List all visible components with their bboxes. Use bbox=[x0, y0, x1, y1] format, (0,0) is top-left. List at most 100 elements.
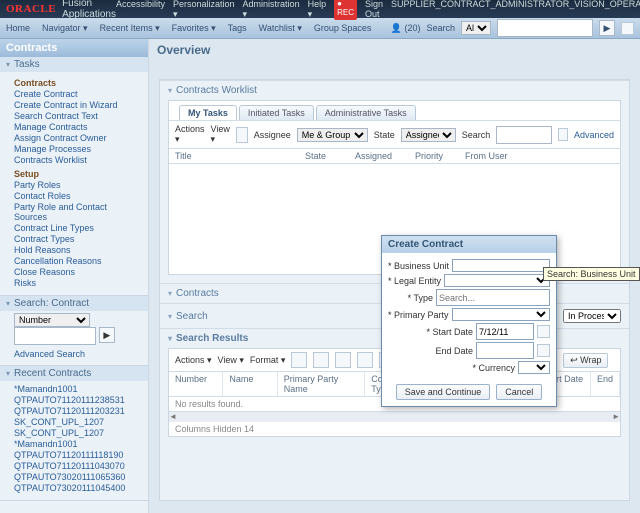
search-field-select[interactable]: Number bbox=[14, 313, 90, 327]
new-icon[interactable] bbox=[291, 352, 307, 368]
link-assign-owner[interactable]: Assign Contract Owner bbox=[14, 133, 142, 143]
type-input[interactable] bbox=[436, 289, 550, 306]
recent-item[interactable]: QTPAUTO73020111065360 bbox=[14, 472, 142, 482]
recent-header[interactable]: Recent Contracts bbox=[0, 366, 148, 381]
col-priority[interactable]: Priority bbox=[415, 151, 455, 161]
col-assigned[interactable]: Assigned bbox=[355, 151, 405, 161]
recent-item[interactable]: SK_CONT_UPL_1207 bbox=[14, 417, 142, 427]
le-select[interactable] bbox=[444, 274, 550, 287]
wrap-button[interactable]: ↩ Wrap bbox=[563, 353, 608, 368]
recent-item[interactable]: QTPAUTO71120111043070 bbox=[14, 461, 142, 471]
pp-select[interactable] bbox=[452, 308, 550, 321]
page-title: Overview bbox=[157, 43, 210, 57]
link-administration[interactable]: Administration ▾ bbox=[243, 0, 300, 20]
link-manage-contracts[interactable]: Manage Contracts bbox=[14, 122, 142, 132]
worklist-actions[interactable]: Actions ▾ bbox=[175, 124, 205, 145]
favorite-icon[interactable] bbox=[621, 22, 634, 35]
contracts-subhead: Contracts bbox=[14, 78, 142, 88]
sd-input[interactable] bbox=[476, 323, 534, 340]
recent-item[interactable]: QTPAUTO71120111238531 bbox=[14, 395, 142, 405]
link-search-text[interactable]: Search Contract Text bbox=[14, 111, 142, 121]
link-hold-reasons[interactable]: Hold Reasons bbox=[14, 245, 142, 255]
col-title[interactable]: Title bbox=[175, 151, 295, 161]
cur-label: Currency bbox=[472, 363, 515, 373]
link-contract-types[interactable]: Contract Types bbox=[14, 234, 142, 244]
link-risks[interactable]: Risks bbox=[14, 278, 142, 288]
recent-item[interactable]: QTPAUTO71120111118190 bbox=[14, 450, 142, 460]
tab-my-tasks[interactable]: My Tasks bbox=[179, 105, 237, 120]
col-end[interactable]: End bbox=[591, 372, 620, 396]
calendar-icon[interactable] bbox=[537, 325, 550, 338]
wl-search-input[interactable] bbox=[496, 126, 552, 144]
recent-item[interactable]: QTPAUTO71120111203231 bbox=[14, 406, 142, 416]
state-label: State bbox=[374, 130, 395, 140]
link-contact-roles[interactable]: Contact Roles bbox=[14, 191, 142, 201]
link-worklist[interactable]: Contracts Worklist bbox=[14, 155, 142, 165]
link-create-contract[interactable]: Create Contract bbox=[14, 89, 142, 99]
sr-format[interactable]: Format ▾ bbox=[250, 355, 286, 366]
global-search-go[interactable]: ▶ bbox=[599, 20, 615, 36]
link-manage-processes[interactable]: Manage Processes bbox=[14, 144, 142, 154]
recent-item[interactable]: *Mamandn1001 bbox=[14, 439, 142, 449]
wl-search-icon[interactable] bbox=[558, 128, 568, 141]
le-label: Legal Entity bbox=[388, 276, 441, 286]
menu-tags[interactable]: Tags bbox=[228, 23, 247, 33]
tasks-header[interactable]: Tasks bbox=[0, 57, 148, 72]
h-scrollbar[interactable] bbox=[169, 411, 620, 422]
col-state[interactable]: State bbox=[305, 151, 345, 161]
global-search-input[interactable] bbox=[497, 19, 593, 37]
tab-initiated[interactable]: Initiated Tasks bbox=[239, 105, 314, 120]
link-close-reasons[interactable]: Close Reasons bbox=[14, 267, 142, 277]
col-ppn[interactable]: Primary Party Name bbox=[278, 372, 365, 396]
link-help[interactable]: Help ▾ bbox=[308, 0, 327, 20]
saved-search-select[interactable]: In Process bbox=[563, 309, 621, 323]
col-name[interactable]: Name bbox=[223, 372, 277, 396]
link-accessibility[interactable]: Accessibility bbox=[116, 0, 165, 20]
cancel-button[interactable]: Cancel bbox=[496, 384, 542, 400]
ed-input[interactable] bbox=[476, 342, 534, 359]
search-header[interactable]: Search: Contract bbox=[0, 296, 148, 311]
dialog-title: Create Contract bbox=[382, 236, 556, 253]
worklist-view[interactable]: View ▾ bbox=[211, 124, 230, 145]
link-signout[interactable]: Sign Out bbox=[365, 0, 383, 20]
pp-label: Primary Party bbox=[388, 310, 449, 320]
link-create-wizard[interactable]: Create Contract in Wizard bbox=[14, 100, 142, 110]
tab-admin[interactable]: Administrative Tasks bbox=[316, 105, 416, 120]
state-select[interactable]: Assigned bbox=[401, 128, 456, 142]
sr-view[interactable]: View ▾ bbox=[218, 355, 244, 366]
search-value-input[interactable] bbox=[14, 327, 96, 345]
recent-item[interactable]: *Mamandn1001 bbox=[14, 384, 142, 394]
assignee-select[interactable]: Me & Group bbox=[297, 128, 368, 142]
link-party-sources[interactable]: Party Role and Contact Sources bbox=[14, 202, 142, 222]
menu-groupspaces[interactable]: Group Spaces bbox=[314, 23, 372, 33]
bu-select[interactable]: Vision Operations bbox=[452, 259, 550, 272]
link-cancel-reasons[interactable]: Cancellation Reasons bbox=[14, 256, 142, 266]
watch-count[interactable]: 👤 (20) bbox=[391, 23, 421, 34]
link-line-types[interactable]: Contract Line Types bbox=[14, 223, 142, 233]
menu-navigator[interactable]: Navigator ▾ bbox=[42, 23, 88, 34]
calendar-icon[interactable] bbox=[537, 344, 550, 357]
menu-recent[interactable]: Recent Items ▾ bbox=[100, 23, 160, 34]
worklist-header[interactable]: Contracts Worklist bbox=[160, 80, 629, 100]
menu-favorites[interactable]: Favorites ▾ bbox=[172, 23, 216, 34]
advanced-search-link[interactable]: Advanced Search bbox=[14, 349, 142, 359]
save-continue-button[interactable]: Save and Continue bbox=[396, 384, 491, 400]
search-go[interactable]: ▶ bbox=[99, 327, 115, 343]
sr-actions[interactable]: Actions ▾ bbox=[175, 355, 212, 366]
setup-subhead: Setup bbox=[14, 169, 142, 179]
col-fromuser[interactable]: From User bbox=[465, 151, 508, 161]
refresh-icon[interactable] bbox=[236, 127, 248, 143]
global-search-scope[interactable]: All ▾ bbox=[461, 21, 491, 35]
delete-icon[interactable] bbox=[357, 352, 373, 368]
link-personalization[interactable]: Personalization ▾ bbox=[173, 0, 235, 20]
recent-item[interactable]: QTPAUTO73020111045400 bbox=[14, 483, 142, 493]
recent-item[interactable]: SK_CONT_UPL_1207 bbox=[14, 428, 142, 438]
wl-advanced[interactable]: Advanced bbox=[574, 130, 614, 140]
cur-select[interactable] bbox=[518, 361, 550, 374]
col-number[interactable]: Number bbox=[169, 372, 223, 396]
duplicate-icon[interactable] bbox=[313, 352, 329, 368]
link-party-roles[interactable]: Party Roles bbox=[14, 180, 142, 190]
edit-icon[interactable] bbox=[335, 352, 351, 368]
menu-home[interactable]: Home bbox=[6, 23, 30, 33]
menu-watchlist[interactable]: Watchlist ▾ bbox=[259, 23, 302, 34]
